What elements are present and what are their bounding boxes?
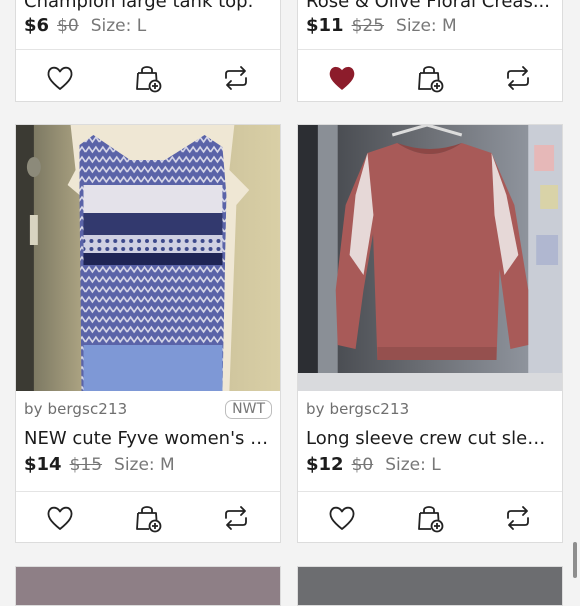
heart-filled-icon[interactable] (325, 61, 359, 95)
divider (298, 49, 562, 50)
heart-icon[interactable] (43, 61, 77, 95)
price-row: $14 $15 Size: M (24, 454, 175, 475)
listing-price: $6 (24, 15, 50, 36)
listing-size: Size: M (396, 16, 457, 36)
listing-title[interactable]: NEW cute Fyve women's t... (24, 428, 272, 449)
original-price: $15 (69, 455, 103, 475)
shopping-bag-add-icon[interactable] (413, 61, 447, 95)
listing-card[interactable]: Rose & Olive Floral Creas... $11 $25 Siz… (297, 0, 563, 102)
listing-photo[interactable] (16, 125, 280, 391)
listing-title[interactable]: Rose & Olive Floral Creas... (306, 0, 554, 12)
listing-actions (298, 53, 562, 101)
original-price: $0 (351, 455, 374, 475)
original-price: $0 (57, 16, 79, 36)
divider (16, 49, 280, 50)
seller-username[interactable]: by bergsc213 (24, 400, 127, 418)
seller-row: by bergsc213 NWT (24, 398, 272, 420)
listing-card[interactable]: by bergsc213 NWT NEW cute Fyve women's t… (15, 124, 281, 543)
listing-actions (16, 53, 280, 101)
listing-actions (16, 493, 280, 542)
patterned-tank-top-photo (16, 125, 280, 391)
listing-title[interactable]: Champion large tank top. (24, 0, 272, 12)
share-repost-icon[interactable] (501, 61, 535, 95)
price-row: $12 $0 Size: L (306, 454, 441, 475)
listing-photo[interactable] (298, 567, 562, 605)
share-repost-icon[interactable] (219, 501, 253, 535)
nwt-badge: NWT (225, 399, 272, 419)
listing-card[interactable]: by bergsc213 Long sleeve crew cut slee..… (297, 124, 563, 543)
heart-icon[interactable] (43, 501, 77, 535)
price-row: $6 $0 Size: L (24, 15, 146, 36)
divider (298, 491, 562, 492)
listing-price: $11 (306, 15, 344, 36)
listing-size: Size: M (114, 455, 175, 475)
listing-card[interactable]: Champion large tank top. $6 $0 Size: L (15, 0, 281, 102)
scrollbar[interactable] (573, 542, 577, 578)
listing-card[interactable] (15, 566, 281, 606)
shopping-bag-add-icon[interactable] (413, 501, 447, 535)
listing-size: Size: L (385, 455, 441, 475)
listing-card[interactable] (297, 566, 563, 606)
shopping-bag-add-icon[interactable] (131, 501, 165, 535)
price-row: $11 $25 Size: M (306, 15, 457, 36)
divider (16, 491, 280, 492)
listing-actions (298, 493, 562, 542)
listing-title[interactable]: Long sleeve crew cut slee... (306, 428, 554, 449)
listing-price: $12 (306, 454, 344, 475)
share-repost-icon[interactable] (501, 501, 535, 535)
shopping-bag-add-icon[interactable] (131, 61, 165, 95)
listing-size: Size: L (90, 16, 147, 36)
share-repost-icon[interactable] (219, 61, 253, 95)
listing-photo[interactable] (298, 125, 562, 391)
original-price: $25 (351, 16, 385, 36)
seller-row: by bergsc213 (306, 398, 554, 420)
listing-photo[interactable] (16, 567, 280, 605)
listing-price: $14 (24, 454, 62, 475)
seller-username[interactable]: by bergsc213 (306, 400, 409, 418)
heart-icon[interactable] (325, 501, 359, 535)
cold-shoulder-sweater-photo (298, 125, 562, 391)
